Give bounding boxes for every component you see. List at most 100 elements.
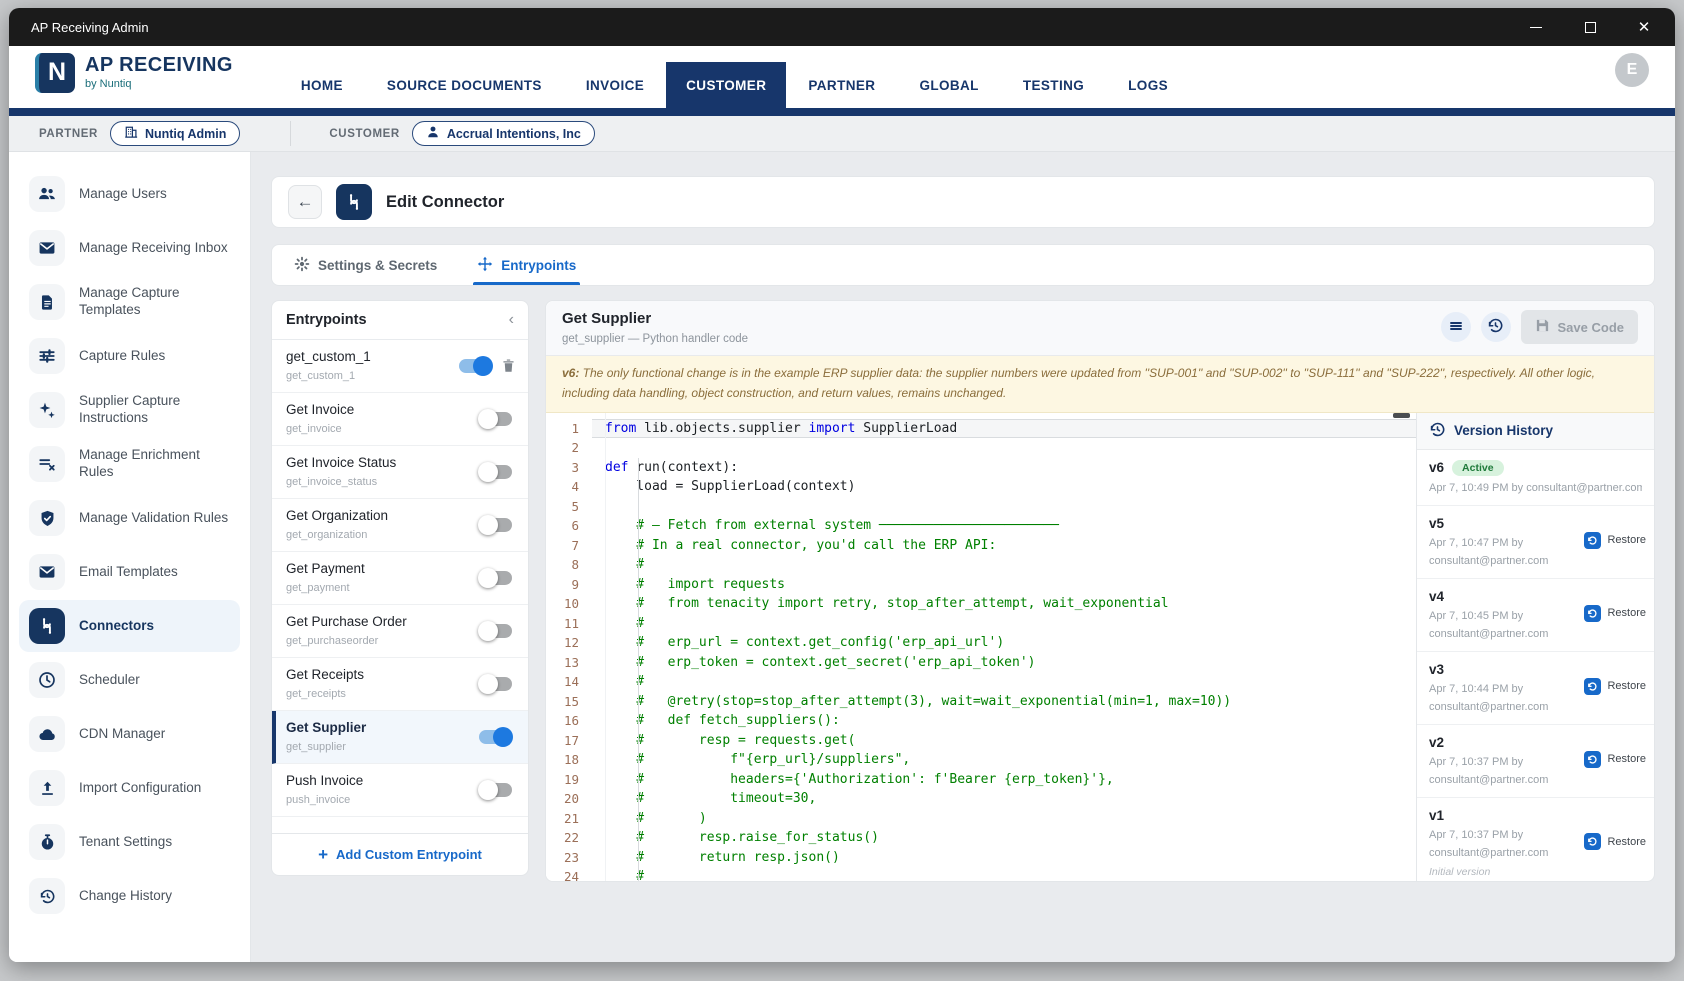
sidebar-item-scheduler[interactable]: Scheduler <box>19 654 240 706</box>
sidebar-item-supplier-capture-instructions[interactable]: Supplier Capture Instructions <box>19 384 240 436</box>
sidebar-item-connectors[interactable]: Connectors <box>19 600 240 652</box>
code-line-21[interactable]: 21 # ) <box>546 809 1416 829</box>
restore-button[interactable]: Restore <box>1584 605 1646 622</box>
restore-button[interactable]: Restore <box>1584 833 1646 850</box>
partner-chip[interactable]: Nuntiq Admin <box>110 121 240 146</box>
entrypoint-toggle[interactable] <box>479 518 512 532</box>
entrypoint-item-get_receipts[interactable]: Get Receiptsget_receipts <box>272 658 528 711</box>
code-line-18[interactable]: 18 # f"{erp_url}/suppliers", <box>546 750 1416 770</box>
nav-item-source-documents[interactable]: SOURCE DOCUMENTS <box>385 62 544 108</box>
tab-entrypoints[interactable]: Entrypoints <box>477 245 576 285</box>
trash-icon[interactable] <box>501 358 516 378</box>
code-line-15[interactable]: 15 # @retry(stop=stop_after_attempt(3), … <box>546 692 1416 712</box>
entrypoint-toggle[interactable] <box>479 571 512 585</box>
mail-icon <box>29 554 65 590</box>
person-icon <box>426 125 440 142</box>
minimize-button[interactable] <box>1527 18 1545 36</box>
code-area[interactable]: 1from lib.objects.supplier import Suppli… <box>546 413 1416 881</box>
code-line-3[interactable]: 3def run(context): <box>546 458 1416 478</box>
restore-button[interactable]: Restore <box>1584 751 1646 768</box>
code-line-5[interactable]: 5 <box>546 497 1416 517</box>
code-line-22[interactable]: 22 # resp.raise_for_status() <box>546 828 1416 848</box>
line-number: 13 <box>546 653 592 673</box>
code-line-4[interactable]: 4 load = SupplierLoad(context) <box>546 477 1416 497</box>
sidebar-item-label: Manage Users <box>79 186 167 203</box>
code-scrollbar-thumb[interactable] <box>1393 413 1410 418</box>
code-line-1[interactable]: 1from lib.objects.supplier import Suppli… <box>546 419 1416 439</box>
entrypoint-item-get_custom_1[interactable]: get_custom_1get_custom_1 <box>272 340 528 393</box>
entrypoint-toggle[interactable] <box>479 677 512 691</box>
nav-item-partner[interactable]: PARTNER <box>806 62 877 108</box>
sidebar-item-manage-enrichment-rules[interactable]: Manage Enrichment Rules <box>19 438 240 490</box>
sliders-icon <box>29 338 65 374</box>
collapse-panel-icon[interactable]: ‹ <box>509 312 514 328</box>
code-line-24[interactable]: 24 # <box>546 867 1416 881</box>
entrypoint-toggle[interactable] <box>479 730 512 744</box>
code-line-17[interactable]: 17 # resp = requests.get( <box>546 731 1416 751</box>
code-line-16[interactable]: 16 # def fetch_suppliers(): <box>546 711 1416 731</box>
sidebar-item-manage-validation-rules[interactable]: Manage Validation Rules <box>19 492 240 544</box>
sidebar-item-manage-capture-templates[interactable]: Manage Capture Templates <box>19 276 240 328</box>
code-line-19[interactable]: 19 # headers={'Authorization': f'Bearer … <box>546 770 1416 790</box>
sidebar-item-manage-receiving-inbox[interactable]: Manage Receiving Inbox <box>19 222 240 274</box>
sidebar-item-change-history[interactable]: Change History <box>19 870 240 922</box>
entrypoint-item-get_supplier[interactable]: Get Supplierget_supplier <box>272 711 528 764</box>
code-line-13[interactable]: 13 # erp_token = context.get_secret('erp… <box>546 653 1416 673</box>
code-line-6[interactable]: 6 # — Fetch from external system ───────… <box>546 516 1416 536</box>
move-icon <box>477 256 493 275</box>
entrypoint-item-push_invoice[interactable]: Push Invoicepush_invoice <box>272 764 528 817</box>
restore-button[interactable]: Restore <box>1584 532 1646 549</box>
sidebar-item-email-templates[interactable]: Email Templates <box>19 546 240 598</box>
code-line-14[interactable]: 14 # <box>546 672 1416 692</box>
entrypoint-toggle[interactable] <box>479 783 512 797</box>
nav-item-logs[interactable]: LOGS <box>1126 62 1170 108</box>
app-window: AP Receiving Admin ✕ N AP RECEIVING by N… <box>9 8 1675 962</box>
sidebar-item-import-configuration[interactable]: Import Configuration <box>19 762 240 814</box>
sidebar-item-capture-rules[interactable]: Capture Rules <box>19 330 240 382</box>
entrypoint-toggle[interactable] <box>479 465 512 479</box>
user-avatar[interactable]: E <box>1615 53 1649 87</box>
code-line-10[interactable]: 10 # from tenacity import retry, stop_af… <box>546 594 1416 614</box>
entrypoint-item-get_invoice[interactable]: Get Invoiceget_invoice <box>272 393 528 446</box>
code-line-20[interactable]: 20 # timeout=30, <box>546 789 1416 809</box>
code-line-9[interactable]: 9 # import requests <box>546 575 1416 595</box>
line-number: 20 <box>546 789 592 809</box>
code-line-23[interactable]: 23 # return resp.json() <box>546 848 1416 868</box>
entrypoint-item-get_purchaseorder[interactable]: Get Purchase Orderget_purchaseorder <box>272 605 528 658</box>
entrypoint-toggle[interactable] <box>479 412 512 426</box>
nav-item-testing[interactable]: TESTING <box>1021 62 1086 108</box>
customer-chip[interactable]: Accrual Intentions, Inc <box>412 121 595 146</box>
editor-subtitle: get_supplier — Python handler code <box>562 333 748 345</box>
code-line-2[interactable]: 2 <box>546 438 1416 458</box>
nav-item-global[interactable]: GLOBAL <box>917 62 980 108</box>
entrypoint-toggle[interactable] <box>479 624 512 638</box>
sidebar-item-cdn-manager[interactable]: CDN Manager <box>19 708 240 760</box>
history-button[interactable] <box>1481 312 1511 342</box>
nav-item-customer[interactable]: CUSTOMER <box>666 62 786 108</box>
doc-icon <box>29 284 65 320</box>
save-code-button[interactable]: Save Code <box>1521 310 1638 344</box>
sidebar-item-manage-users[interactable]: Manage Users <box>19 168 240 220</box>
code-line-8[interactable]: 8 # <box>546 555 1416 575</box>
nav-item-home[interactable]: HOME <box>299 62 345 108</box>
restore-button[interactable]: Restore <box>1584 678 1646 695</box>
maximize-button[interactable] <box>1581 18 1599 36</box>
entrypoint-item-get_organization[interactable]: Get Organizationget_organization <box>272 499 528 552</box>
code-line-7[interactable]: 7 # In a real connector, you'd call the … <box>546 536 1416 556</box>
add-custom-entrypoint-button[interactable]: + Add Custom Entrypoint <box>272 833 528 875</box>
connector-icon <box>336 184 372 220</box>
code-line-12[interactable]: 12 # erp_url = context.get_config('erp_a… <box>546 633 1416 653</box>
version-label: v2 <box>1429 735 1642 750</box>
entrypoint-item-get_payment[interactable]: Get Paymentget_payment <box>272 552 528 605</box>
tab-settings-secrets[interactable]: Settings & Secrets <box>294 245 437 285</box>
nav-item-invoice[interactable]: INVOICE <box>584 62 646 108</box>
back-button[interactable]: ← <box>288 185 322 219</box>
entrypoint-item-get_invoice_status[interactable]: Get Invoice Statusget_invoice_status <box>272 446 528 499</box>
version-entry-v6: v6ActiveApr 7, 10:49 PM by consultant@pa… <box>1417 450 1654 506</box>
close-button[interactable]: ✕ <box>1635 18 1653 36</box>
code-line-11[interactable]: 11 # <box>546 614 1416 634</box>
version-note-text: The only functional change is in the exa… <box>562 366 1595 400</box>
format-lines-button[interactable] <box>1441 312 1471 342</box>
sidebar-item-tenant-settings[interactable]: Tenant Settings <box>19 816 240 868</box>
entrypoint-toggle[interactable] <box>459 359 492 373</box>
